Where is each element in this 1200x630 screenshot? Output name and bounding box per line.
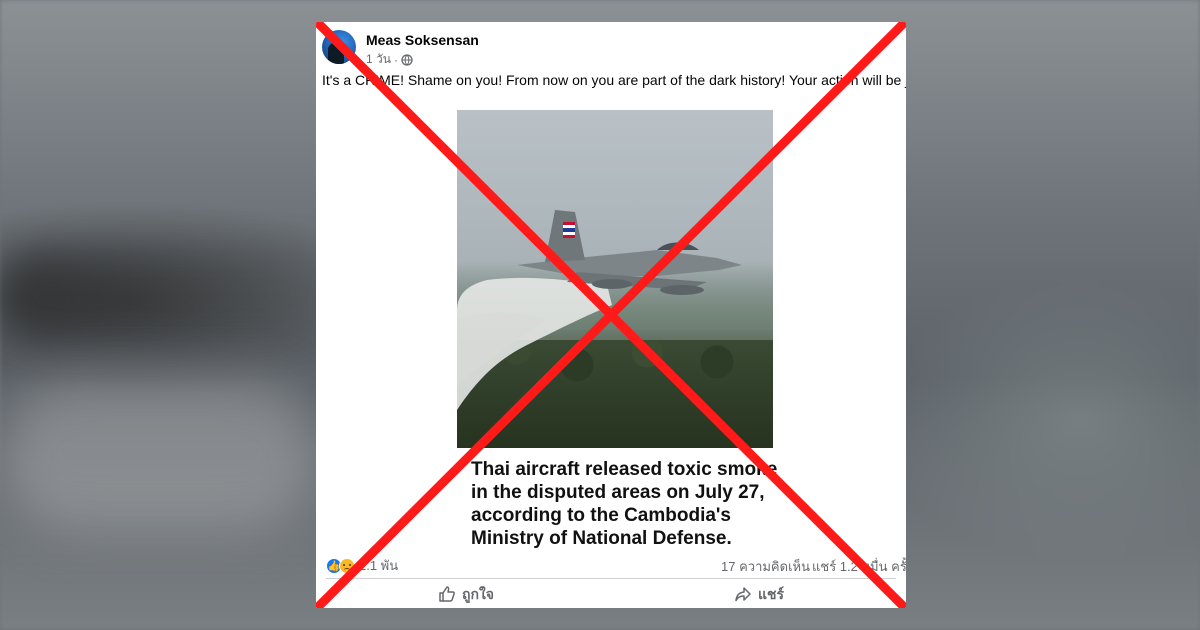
action-bar: ถูกใจ แชร์ (316, 582, 906, 608)
post-media[interactable]: Thai aircraft released toxic smoke in th… (316, 108, 906, 568)
sad-reaction-icon (339, 557, 355, 574)
post-stats: 👍 2.1 พัน 17 ความคิดเห็น แชร์ 1.2 หมื่น … (316, 552, 906, 574)
avatar[interactable] (322, 30, 356, 64)
share-arrow-icon (734, 585, 752, 606)
post-header: Meas Soksensan 1 วัน · · (322, 30, 892, 69)
globe-icon (401, 53, 413, 66)
thumbs-up-icon (438, 585, 456, 606)
background-blur-smoke (0, 380, 320, 530)
shares-count[interactable]: แชร์ 1.2 หมื่น ครั้ง (812, 556, 906, 577)
author-name[interactable]: Meas Soksensan (366, 32, 479, 48)
background-blur-aircraft (0, 250, 330, 340)
image-caption: Thai aircraft released toxic smoke in th… (471, 459, 778, 549)
comments-count[interactable]: 17 ความคิดเห็น (721, 556, 810, 577)
post-meta: 1 วัน · (366, 50, 413, 69)
post-time[interactable]: 1 วัน (366, 50, 391, 69)
like-button[interactable]: ถูกใจ (438, 584, 494, 606)
aircraft-illustration (457, 210, 742, 410)
share-button[interactable]: แชร์ (734, 584, 784, 606)
post-card: Meas Soksensan 1 วัน · · It's a CRIME! S… (316, 22, 906, 608)
post-text: It's a CRIME! Shame on you! From now on … (322, 72, 906, 88)
share-label: แชร์ (758, 586, 785, 602)
reactions-count: 2.1 พัน (359, 558, 399, 573)
reactions-summary[interactable]: 👍 2.1 พัน (326, 555, 398, 576)
meta-separator: · (393, 52, 398, 67)
more-options-icon[interactable]: · (882, 32, 888, 50)
aircraft-photo (457, 110, 773, 448)
divider (326, 578, 896, 579)
like-label: ถูกใจ (462, 586, 494, 602)
